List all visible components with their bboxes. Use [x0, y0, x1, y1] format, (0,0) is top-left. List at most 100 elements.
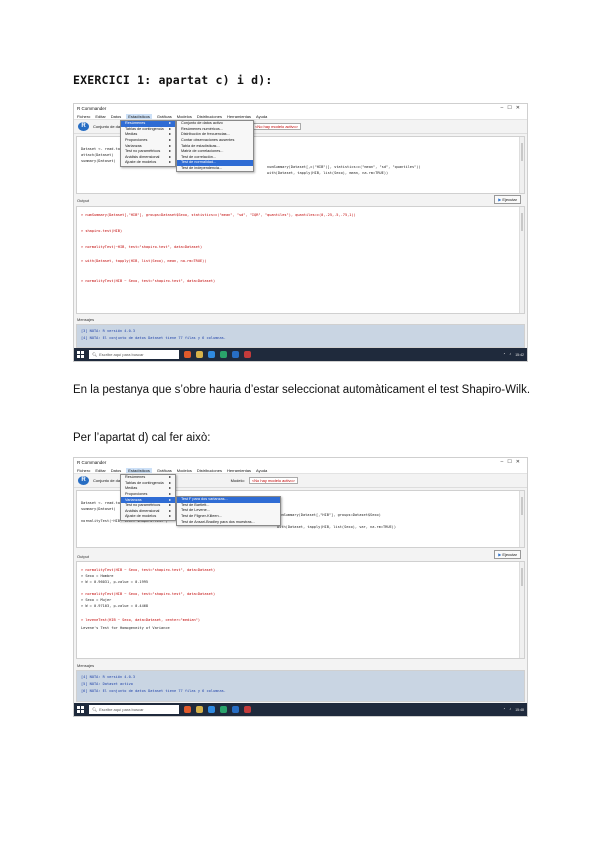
clock[interactable]: 15:48 [515, 708, 524, 712]
output-line: > shapiro.test(HIB) [81, 229, 123, 233]
menu-fichero[interactable]: Fichero [77, 468, 90, 473]
app-icon[interactable] [244, 706, 251, 713]
script-line: numSummary(Dataset[,"HIB"], groups=Datas… [277, 513, 381, 517]
taskbar-search-input[interactable]: 🔍︎ Escribe aquí para buscar [89, 705, 179, 714]
menu-datos[interactable]: Datos [111, 114, 121, 119]
menu-estadisticos[interactable]: Estadísticos [126, 467, 152, 473]
window-controls[interactable]: –☐✕ [501, 106, 524, 111]
menu-fichero[interactable]: Fichero [77, 114, 90, 119]
wifi-icon[interactable]: ◔ [503, 707, 505, 712]
script-scrollbar[interactable] [519, 491, 524, 547]
browser-icon[interactable] [208, 706, 215, 713]
model-value[interactable]: <No hay modelo activo> [248, 477, 298, 484]
menu-distribuciones[interactable]: Distribuciones [197, 114, 222, 119]
r-app-icon[interactable] [232, 351, 239, 358]
script-line: with(Dataset, tapply(HIB, list(Sexo), me… [267, 171, 389, 175]
wifi-icon[interactable]: ◔ [503, 352, 505, 357]
menu-estadisticos[interactable]: Estadísticos [126, 113, 152, 119]
output-line: > normalityTest(HIB ~ Sexo, test="shapir… [81, 592, 216, 596]
search-placeholder: Escribe aquí para buscar [99, 707, 144, 712]
window-title: R Commander [77, 460, 107, 465]
messages-label: Mensajes [77, 663, 95, 668]
output-line: > normalityTest(HIB ~ Sexo, test="shapir… [81, 279, 216, 283]
menu-item[interactable]: Análisis dimensional ▸ [121, 509, 175, 515]
window-titlebar: R Commander –☐✕ [74, 104, 527, 113]
script-line: numSummary(Dataset[,c("HIB")], statistic… [267, 165, 421, 169]
statistics-menu: Resúmenes ▸ Tablas de contingencia ▸ Media… [120, 474, 176, 521]
message-line: [4] NOTA: El conjunto de datos Dataset t… [81, 336, 226, 340]
output-scrollbar[interactable] [519, 562, 524, 658]
taskbar-search-input[interactable]: 🔍︎ Escribe aquí para buscar [89, 350, 179, 359]
menu-item[interactable]: Análisis dimensional ▸ [121, 155, 175, 161]
screenshot-r-commander-2: R Commander –☐✕ Fichero Editar Datos Est… [73, 457, 528, 717]
menu-graficas[interactable]: Gráficas [157, 114, 172, 119]
menu-item[interactable]: Ajuste de modelos ▸ [121, 514, 175, 520]
windows-taskbar: 🔍︎ Escribe aquí para buscar ◔ ♪ 15:48 [74, 703, 527, 716]
output-pane[interactable]: > normalityTest(HIB ~ Sexo, test="shapir… [76, 561, 525, 659]
menu-graficas[interactable]: Gráficas [157, 468, 172, 473]
windows-start-icon[interactable] [77, 351, 84, 358]
output-line: > Sexo = Hombre [81, 574, 114, 578]
r-logo-icon: R [78, 476, 89, 485]
screenshot-r-commander-1: R Commander –☐✕ Fichero Editar Datos Est… [73, 103, 528, 362]
output-pane[interactable]: > numSummary(Dataset[,"HIB"], groups=Dat… [76, 206, 525, 314]
search-icon: 🔍︎ [92, 707, 98, 712]
menu-modelos[interactable]: Modelos [177, 468, 192, 473]
menu-item[interactable]: Tablas de contingencia ▸ [121, 481, 175, 487]
search-icon: 🔍︎ [92, 352, 98, 357]
script-line: attach(Dataset) [81, 153, 114, 157]
menu-item[interactable]: Test no paramétricos ▸ [121, 503, 175, 509]
submit-button[interactable]: ▶ Ejecutar [494, 550, 521, 559]
output-line: > Sexo = Mujer [81, 598, 112, 602]
system-tray: ◔ ♪ 15:48 [503, 707, 524, 712]
folder-icon[interactable] [196, 351, 203, 358]
app-icon[interactable] [184, 706, 191, 713]
output-label: Output [77, 198, 90, 203]
volume-icon[interactable]: ♪ [509, 352, 511, 357]
output-line: > numSummary(Dataset[,"HIB"], groups=Dat… [81, 213, 356, 217]
menu-herramientas[interactable]: Herramientas [227, 114, 251, 119]
folder-icon[interactable] [196, 706, 203, 713]
volume-icon[interactable]: ♪ [509, 707, 511, 712]
menu-distribuciones[interactable]: Distribuciones [197, 468, 222, 473]
messages-pane: [4] NOTA: R versión 4.0.3 [5] NOTA: Data… [76, 670, 525, 702]
document-heading: EXERCICI 1: apartat c) i d): [73, 73, 273, 87]
menu-editar[interactable]: Editar [95, 468, 105, 473]
app-icon[interactable] [220, 351, 227, 358]
app-icon[interactable] [220, 706, 227, 713]
statistics-menu: Resúmenes ▸ Tablas de contingencia ▸ Media… [120, 120, 176, 167]
r-logo-icon: R [78, 122, 89, 131]
menu-item[interactable]: Tablas de contingencia ▸ [121, 127, 175, 133]
run-icon: ▶ [498, 552, 502, 557]
script-scrollbar[interactable] [519, 137, 524, 193]
model-value[interactable]: <No hay modelo activo> [251, 123, 302, 130]
messages-pane: [3] NOTA: R versión 4.0.3 [4] NOTA: El c… [76, 324, 525, 348]
messages-label: Mensajes [77, 317, 95, 322]
menu-item[interactable]: Test de Ansari-Bradley para dos muestras… [177, 519, 280, 525]
menu-ayuda[interactable]: Ayuda [256, 114, 267, 119]
output-scrollbar[interactable] [519, 207, 524, 313]
menu-editar[interactable]: Editar [95, 114, 105, 119]
app-icon[interactable] [244, 351, 251, 358]
script-line: summary(Dataset) [81, 507, 116, 511]
submit-button[interactable]: ▶ Ejecutar [494, 195, 521, 204]
run-icon: ▶ [498, 197, 502, 202]
system-tray: ◔ ♪ 15:42 [503, 352, 524, 357]
menu-modelos[interactable]: Modelos [177, 114, 192, 119]
clock[interactable]: 15:42 [515, 353, 524, 357]
output-line: > normalityTest(HIB ~ Sexo, test="shapir… [81, 568, 216, 572]
menu-item[interactable]: Test no paramétricos ▸ [121, 149, 175, 155]
window-controls[interactable]: –☐✕ [501, 460, 524, 465]
model-label: Modelo: [230, 478, 245, 483]
menu-ayuda[interactable]: Ayuda [256, 468, 267, 473]
menu-herramientas[interactable]: Herramientas [227, 468, 251, 473]
r-app-icon[interactable] [232, 706, 239, 713]
browser-icon[interactable] [208, 351, 215, 358]
app-icon[interactable] [184, 351, 191, 358]
menu-datos[interactable]: Datos [111, 468, 121, 473]
windows-start-icon[interactable] [77, 706, 84, 713]
menu-item[interactable]: Test de independencia... [177, 166, 253, 172]
window-titlebar: R Commander –☐✕ [74, 458, 527, 467]
windows-taskbar: 🔍︎ Escribe aquí para buscar ◔ ♪ 15:42 [74, 348, 527, 361]
menu-item[interactable]: Ajuste de modelos ▸ [121, 160, 175, 166]
